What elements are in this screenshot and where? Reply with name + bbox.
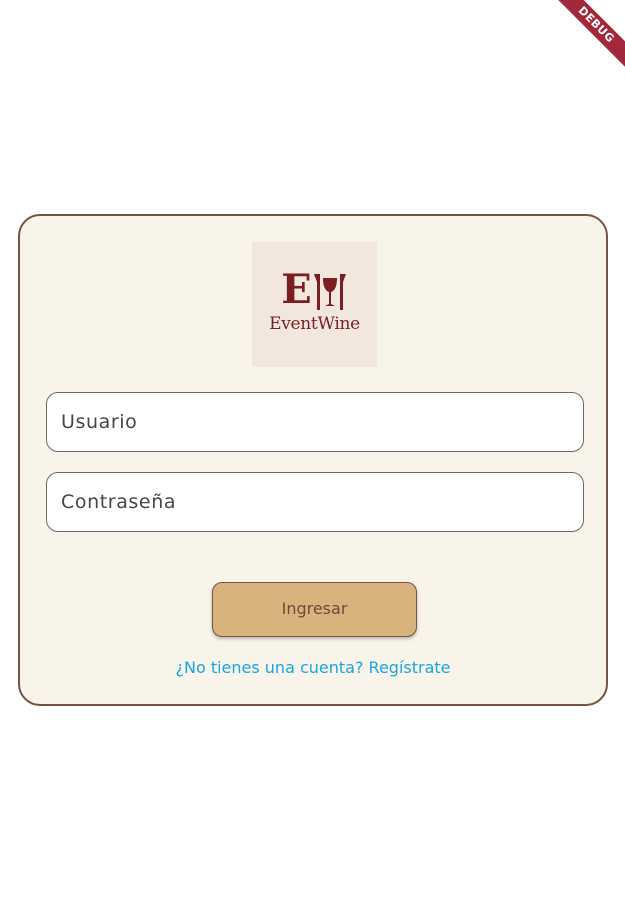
eventwine-logo: E EventWine [252, 242, 377, 367]
password-field[interactable] [46, 472, 584, 532]
logo-brand-name: EventWine [269, 314, 360, 334]
login-screen: DEBUG E EventWine Ingresar [0, 0, 625, 905]
logo-mark-letter: E [281, 266, 312, 313]
password-input[interactable] [47, 473, 583, 531]
logo-mark: E [252, 266, 377, 310]
debug-banner: DEBUG [535, 0, 625, 90]
login-card: E EventWine Ingresar ¿No tienes una cuen… [18, 214, 608, 706]
login-button[interactable]: Ingresar [212, 582, 417, 637]
username-input[interactable] [47, 393, 583, 451]
debug-banner-label: DEBUG [550, 0, 625, 71]
username-field[interactable] [46, 392, 584, 452]
wine-glass-bottles-icon [313, 274, 346, 310]
register-link[interactable]: ¿No tienes una cuenta? Regístrate [20, 658, 606, 677]
